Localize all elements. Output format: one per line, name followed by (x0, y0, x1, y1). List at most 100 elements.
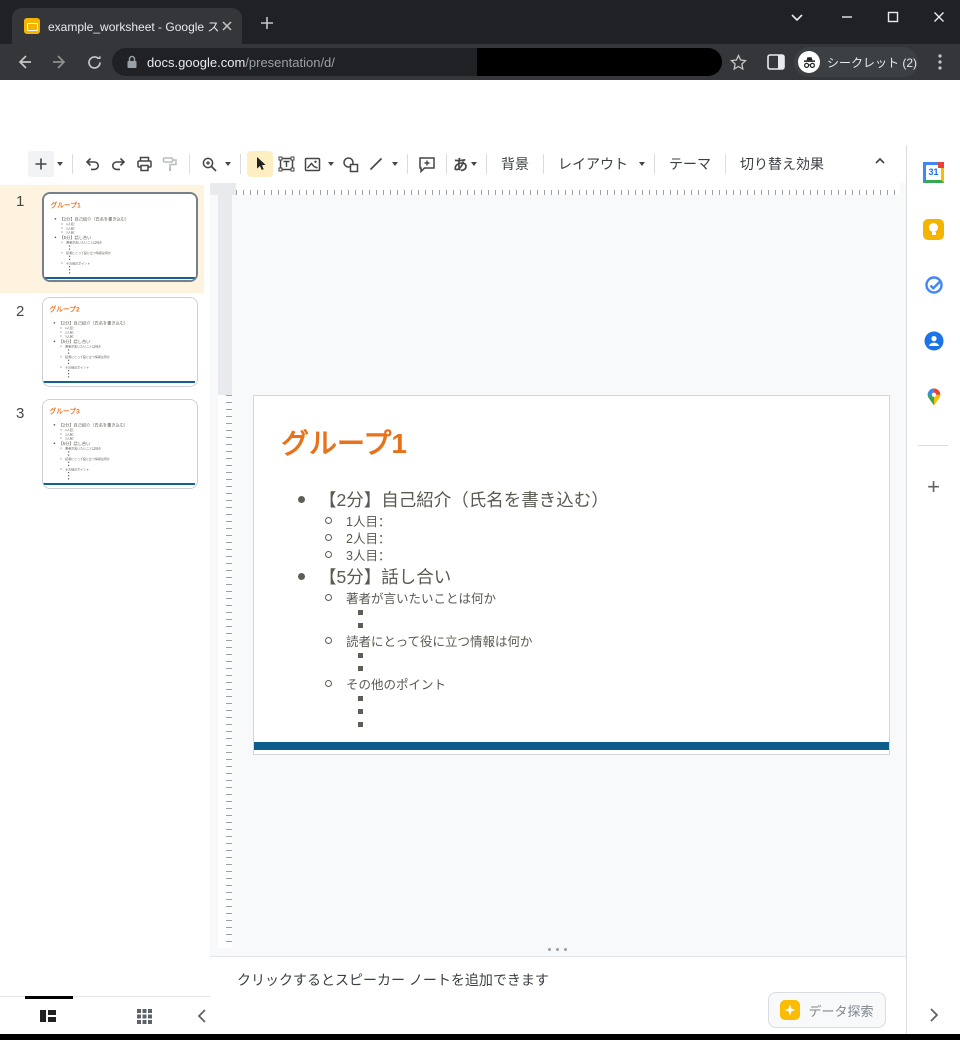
lock-icon (126, 55, 138, 69)
slide-title-text: グループ3 (49, 406, 79, 416)
print-button[interactable] (131, 151, 157, 177)
bullet-level-3 (44, 271, 196, 274)
slide-canvas: グループ1 【2分】自己紹介（氏名を書き込む）1人目：2人目：3人目：【5分】話し… (210, 183, 906, 956)
zoom-button[interactable] (196, 151, 222, 177)
slide-number: 1 (16, 193, 24, 210)
notes-resize-handle[interactable] (548, 948, 567, 951)
url-omnibox[interactable]: docs.google.com /presentation/d/ (112, 48, 722, 76)
bullet-level-3 (254, 606, 889, 619)
google-keep-icon[interactable] (922, 217, 946, 241)
bookmark-star-icon[interactable] (726, 51, 750, 73)
redo-button[interactable] (105, 151, 131, 177)
side-panel-divider (918, 445, 948, 446)
back-icon[interactable] (12, 51, 36, 73)
bullet-level-2: 読者にとって役に立つ情報は何か (254, 632, 889, 649)
url-path: /presentation/d/ (245, 55, 335, 70)
slide-filmstrip: 1 グループ1【2分】自己紹介（氏名を書き込む）1人目：2人目：3人目：【5分】… (0, 183, 210, 996)
toolbar-separator (543, 154, 544, 174)
insert-comment-button[interactable] (414, 151, 440, 177)
input-tools-icon[interactable]: あ (453, 154, 468, 175)
collapse-menus-icon[interactable] (872, 153, 888, 169)
filmstrip-slide-2[interactable]: 2 グループ2【2分】自己紹介（氏名を書き込む）1人目：2人目：3人目：【5分】… (0, 295, 204, 389)
collapse-filmstrip-icon[interactable] (190, 1005, 214, 1027)
slide-accent-bar (43, 381, 195, 383)
slide-number: 3 (16, 405, 24, 422)
url-redaction (477, 48, 722, 76)
grid-view-icon[interactable] (132, 1005, 156, 1027)
current-slide[interactable]: グループ1 【2分】自己紹介（氏名を書き込む）1人目：2人目：3人目：【5分】話し… (253, 395, 890, 755)
browser-tab[interactable]: example_worksheet - Google スラ (12, 8, 242, 44)
filmstrip-slide-1[interactable]: 1 グループ1【2分】自己紹介（氏名を書き込む）1人目：2人目：3人目：【5分】… (0, 185, 204, 293)
theme-button[interactable]: テーマ (661, 150, 719, 178)
google-maps-icon[interactable] (922, 385, 946, 409)
window-close-button[interactable] (922, 4, 956, 30)
slide-number: 2 (16, 303, 24, 320)
undo-button[interactable] (79, 151, 105, 177)
filmstrip-view-icon[interactable] (36, 1005, 60, 1027)
explore-button[interactable]: データ探索 (768, 992, 886, 1028)
incognito-icon (798, 51, 820, 73)
new-slide-dropdown-icon[interactable] (54, 151, 66, 177)
explore-label: データ探索 (808, 1001, 873, 1020)
bullet-level-1: 【2分】自己紹介（氏名を書き込む） (254, 486, 889, 512)
tab-close-icon[interactable] (220, 19, 234, 33)
get-add-ons-icon[interactable]: + (922, 475, 946, 499)
slide-body-text[interactable]: 【2分】自己紹介（氏名を書き込む）1人目：2人目：3人目：【5分】話し合い著者が… (254, 486, 889, 731)
insert-line-button[interactable] (363, 151, 389, 177)
select-tool-button[interactable] (247, 151, 273, 177)
slide-body-text: 【2分】自己紹介（氏名を書き込む）1人目：2人目：3人目：【5分】話し合い著者が… (44, 216, 196, 275)
window-chevron-button[interactable] (780, 4, 814, 30)
new-tab-button[interactable] (252, 10, 282, 36)
workspace-side-panel: 31 + (906, 145, 960, 1034)
slide-thumbnail[interactable]: グループ2【2分】自己紹介（氏名を書き込む）1人目：2人目：3人目：【5分】話し… (42, 297, 198, 387)
bullet-level-2: その他のポイント (254, 675, 889, 692)
google-tasks-icon[interactable] (922, 273, 946, 297)
window-maximize-button[interactable] (876, 4, 910, 30)
toolbar-separator (654, 154, 655, 174)
layout-dropdown-icon[interactable] (636, 151, 648, 177)
bullet-level-3 (254, 649, 889, 662)
bullet-level-3 (254, 718, 889, 731)
insert-shape-button[interactable] (337, 151, 363, 177)
incognito-label: シークレット (2) (827, 54, 917, 71)
image-dropdown-icon[interactable] (325, 151, 337, 177)
bullet-level-3 (43, 477, 195, 480)
layout-button[interactable]: レイアウト (550, 150, 636, 178)
slide-title-text[interactable]: グループ1 (281, 422, 407, 462)
text-box-button[interactable] (273, 151, 299, 177)
speaker-notes-placeholder[interactable]: クリックするとスピーカー ノートを追加できます (237, 970, 549, 990)
slide-thumbnail[interactable]: グループ1【2分】自己紹介（氏名を書き込む）1人目：2人目：3人目：【5分】話し… (42, 192, 198, 282)
tab-title: example_worksheet - Google スラ (48, 18, 220, 35)
forward-icon[interactable] (48, 51, 72, 73)
side-panel-icon[interactable] (764, 51, 788, 73)
paint-format-button[interactable] (157, 151, 183, 177)
insert-image-button[interactable] (299, 151, 325, 177)
calendar-day-number: 31 (928, 167, 938, 177)
incognito-badge[interactable]: シークレット (2) (794, 47, 918, 77)
bullet-level-1: 【5分】話し合い (254, 563, 889, 589)
zoom-dropdown-icon[interactable] (222, 151, 234, 177)
google-calendar-icon[interactable]: 31 (922, 160, 946, 184)
new-slide-button[interactable] (28, 151, 54, 177)
browser-menu-kebab-icon[interactable] (928, 51, 952, 73)
input-tools-dropdown-icon[interactable] (468, 151, 480, 177)
line-dropdown-icon[interactable] (389, 151, 401, 177)
slide-accent-bar (43, 483, 195, 485)
view-switch-footer (0, 996, 210, 1034)
browser-tab-strip: example_worksheet - Google スラ (0, 0, 960, 44)
show-side-panel-icon[interactable] (922, 1003, 946, 1027)
bullet-level-3 (254, 692, 889, 705)
reload-icon[interactable] (82, 51, 106, 73)
filmstrip-slide-3[interactable]: 3 グループ3【2分】自己紹介（氏名を書き込む）1人目：2人目：3人目：【5分】… (0, 397, 204, 491)
slide-thumbnail[interactable]: グループ3【2分】自己紹介（氏名を書き込む）1人目：2人目：3人目：【5分】話し… (42, 399, 198, 489)
window-minimize-button[interactable] (830, 4, 864, 30)
bullet-level-2: 3人目： (254, 546, 889, 563)
horizontal-ruler (236, 183, 900, 195)
url-host: docs.google.com (147, 55, 245, 70)
toolbar-separator (486, 154, 487, 174)
bullet-level-3 (43, 375, 195, 378)
toolbar-separator (407, 154, 408, 174)
google-contacts-icon[interactable] (922, 329, 946, 353)
transition-button[interactable]: 切り替え効果 (732, 150, 832, 178)
background-button[interactable]: 背景 (493, 150, 537, 178)
